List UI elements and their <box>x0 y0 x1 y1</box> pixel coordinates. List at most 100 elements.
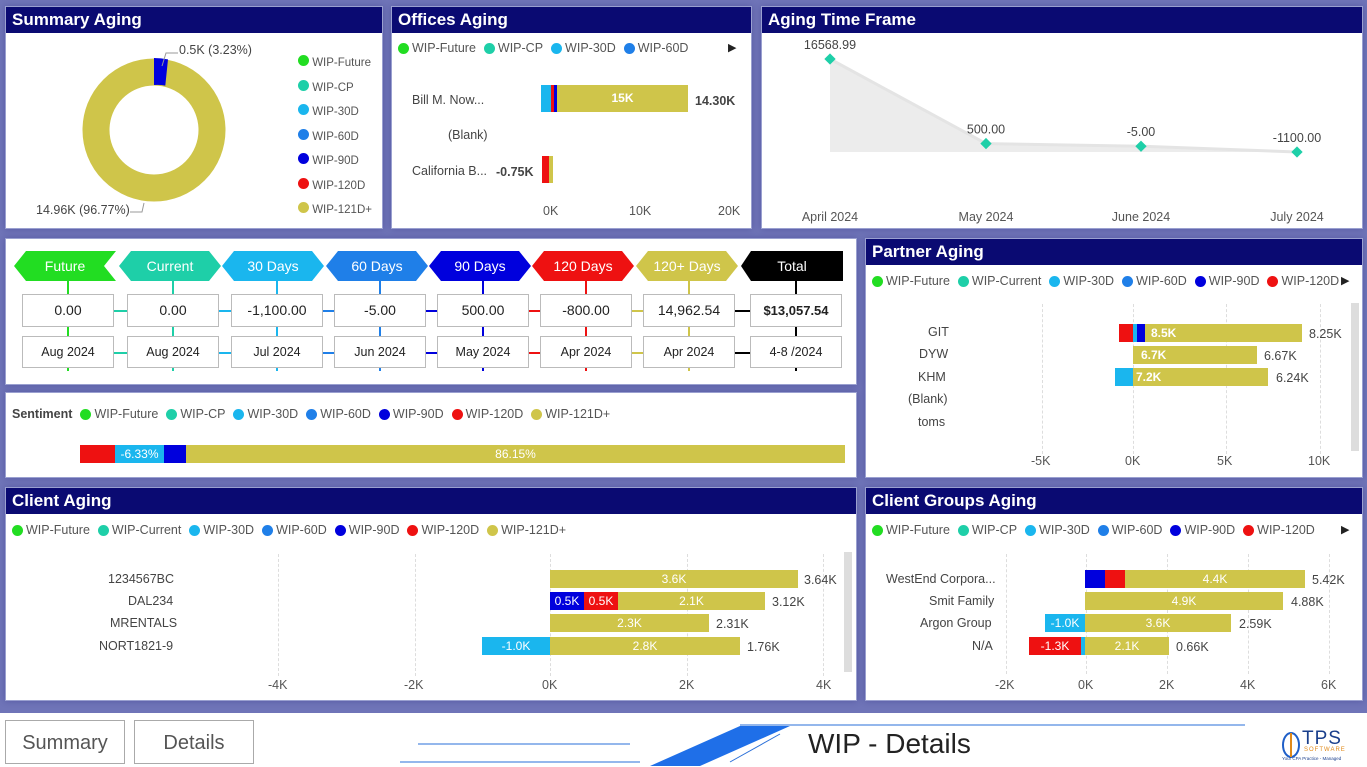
bucket-date-5: Apr 2024 <box>540 336 632 368</box>
legend-item[interactable]: WIP-90D <box>334 523 399 537</box>
partner-bar-value: 6.7K <box>1141 348 1167 362</box>
bucket-header-7[interactable]: Total <box>741 251 843 281</box>
client-row-label: MRENTALS <box>110 616 178 630</box>
bucket-header-6[interactable]: 120+ Days <box>636 251 738 281</box>
client-bar-total: 1.76K <box>747 640 780 654</box>
sentiment-bar[interactable]: -6.33% 86.15% <box>80 445 845 463</box>
group-bar-1[interactable]: 4.9K <box>1085 592 1283 610</box>
legend-item[interactable]: WIP-Future <box>80 407 158 421</box>
legend-item[interactable]: WIP-120D <box>407 523 479 537</box>
bucket-link <box>632 310 643 312</box>
bucket-header-1[interactable]: Current <box>119 251 221 281</box>
legend-item[interactable]: WIP-121D+ <box>487 523 566 537</box>
office-bar-2[interactable] <box>542 156 553 183</box>
legend-item[interactable]: WIP-30D <box>551 41 616 55</box>
partner-bar-0[interactable]: 8.5K <box>1119 324 1302 342</box>
bucket-value-0: 0.00 <box>22 294 114 327</box>
legend-item[interactable]: WIP-121D+ <box>531 407 610 421</box>
legend-item[interactable]: WIP-30D <box>298 100 372 125</box>
partner-axis-tick: -5K <box>1031 454 1051 468</box>
legend-item[interactable]: WIP-60D <box>1122 274 1187 288</box>
legend-item[interactable]: WIP-CP <box>298 76 372 101</box>
client-bar-total: 3.12K <box>772 595 805 609</box>
legend-item[interactable]: WIP-121D+ <box>298 198 372 223</box>
donut-label-large: 14.96K (96.77%) <box>36 203 130 217</box>
group-row-label: Argon Group <box>920 616 992 630</box>
legend-item[interactable]: WIP-Future <box>872 523 950 537</box>
summary-tab-button[interactable]: Summary <box>5 720 125 764</box>
client-bar-value-120d: 0.5K <box>588 594 614 608</box>
bucket-link <box>219 310 231 312</box>
timeframe-line-chart[interactable]: 16568.99 April 2024 500.00 May 2024 -5.00 Jun… <box>762 33 1362 229</box>
group-bar-0[interactable]: 4.4K <box>1085 570 1305 588</box>
legend-item[interactable]: WIP-Future <box>12 523 90 537</box>
group-bar-value-120d: -1.3K <box>1040 639 1070 653</box>
office-bar-0[interactable]: 15K <box>541 85 688 112</box>
partner-bar-1[interactable]: 6.7K <box>1133 346 1257 364</box>
bucket-date-7: 4-8 /2024 <box>750 336 842 368</box>
bucket-date-1: Aug 2024 <box>127 336 219 368</box>
summary-aging-title: Summary Aging <box>6 7 382 33</box>
legend-item[interactable]: WIP-90D <box>1170 523 1235 537</box>
legend-next-icon[interactable]: ▶ <box>1341 274 1349 287</box>
legend-item[interactable]: WIP-Future <box>872 274 950 288</box>
office-bar-value: 15K <box>611 91 634 105</box>
bucket-header-2[interactable]: 30 Days <box>222 251 324 281</box>
bucket-header-0[interactable]: Future <box>14 251 116 281</box>
timeframe-area <box>830 59 1297 152</box>
bucket-link <box>529 352 540 354</box>
legend-item[interactable]: WIP-90D <box>378 407 444 421</box>
legend-item[interactable]: WIP-120D <box>451 407 523 421</box>
legend-item[interactable]: WIP-Future <box>398 41 476 55</box>
legend-item[interactable]: WIP-60D <box>306 407 371 421</box>
bucket-header-5[interactable]: 120 Days <box>532 251 634 281</box>
legend-item[interactable]: WIP-30D <box>1025 523 1090 537</box>
group-axis-tick: 4K <box>1240 678 1256 692</box>
legend-item[interactable]: WIP-90D <box>1194 274 1259 288</box>
legend-item[interactable]: WIP-60D <box>623 41 688 55</box>
legend-item[interactable]: WIP-CP <box>166 407 225 421</box>
partner-scrollbar[interactable] <box>1351 303 1359 451</box>
legend-item[interactable]: WIP-30D <box>233 407 298 421</box>
client-bar-1[interactable]: 0.5K 0.5K 2.1K <box>550 592 765 610</box>
legend-item[interactable]: WIP-120D <box>1267 274 1339 288</box>
office-axis-tick: 20K <box>718 204 741 218</box>
group-axis-tick: -2K <box>995 678 1015 692</box>
group-bar-3[interactable]: -1.3K 2.1K <box>1029 637 1169 655</box>
legend-item[interactable]: WIP-Current <box>97 523 181 537</box>
group-bar-value: 2.1K <box>1114 639 1140 653</box>
legend-item[interactable]: WIP-60D <box>262 523 327 537</box>
client-scrollbar[interactable] <box>844 552 852 672</box>
legend-item[interactable]: WIP-90D <box>298 149 372 174</box>
bucket-header-3[interactable]: 60 Days <box>326 251 428 281</box>
client-bar-0[interactable]: 3.6K <box>550 570 798 588</box>
legend-item[interactable]: WIP-60D <box>298 125 372 150</box>
legend-item[interactable]: WIP-Future <box>298 51 372 76</box>
group-bar-total: 0.66K <box>1176 640 1209 654</box>
partner-axis-tick: 0K <box>1125 454 1141 468</box>
legend-item[interactable]: WIP-CP <box>957 523 1017 537</box>
client-axis-tick: 2K <box>679 678 695 692</box>
legend-item[interactable]: WIP-120D <box>1243 523 1315 537</box>
legend-item[interactable]: WIP-Current <box>957 274 1041 288</box>
client-bar-3[interactable]: -1.0K 2.8K <box>482 637 740 655</box>
timeframe-point-label: 500.00 <box>967 123 1005 137</box>
legend-next-icon[interactable]: ▶ <box>728 41 736 54</box>
partner-bar-total: 8.25K <box>1309 327 1342 341</box>
bucket-value-7: $13,057.54 <box>750 294 842 327</box>
legend-item[interactable]: WIP-60D <box>1097 523 1162 537</box>
legend-item[interactable]: WIP-30D <box>189 523 254 537</box>
partner-bar-2[interactable]: 7.2K <box>1115 368 1268 386</box>
legend-next-icon[interactable]: ▶ <box>1341 523 1349 536</box>
offices-aging-title: Offices Aging <box>392 7 751 33</box>
timeframe-panel: Aging Time Frame 16568.99 April 2024 500.0… <box>761 6 1363 229</box>
client-bar-2[interactable]: 2.3K <box>550 614 709 632</box>
legend-item[interactable]: WIP-30D <box>1049 274 1114 288</box>
legend-item[interactable]: WIP-CP <box>483 41 543 55</box>
legend-item[interactable]: WIP-120D <box>298 174 372 199</box>
donut-ring-121d <box>82 58 226 202</box>
bucket-header-4[interactable]: 90 Days <box>429 251 531 281</box>
bucket-link <box>323 310 334 312</box>
details-tab-button[interactable]: Details <box>134 720 254 764</box>
group-bar-2[interactable]: -1.0K 3.6K <box>1045 614 1231 632</box>
